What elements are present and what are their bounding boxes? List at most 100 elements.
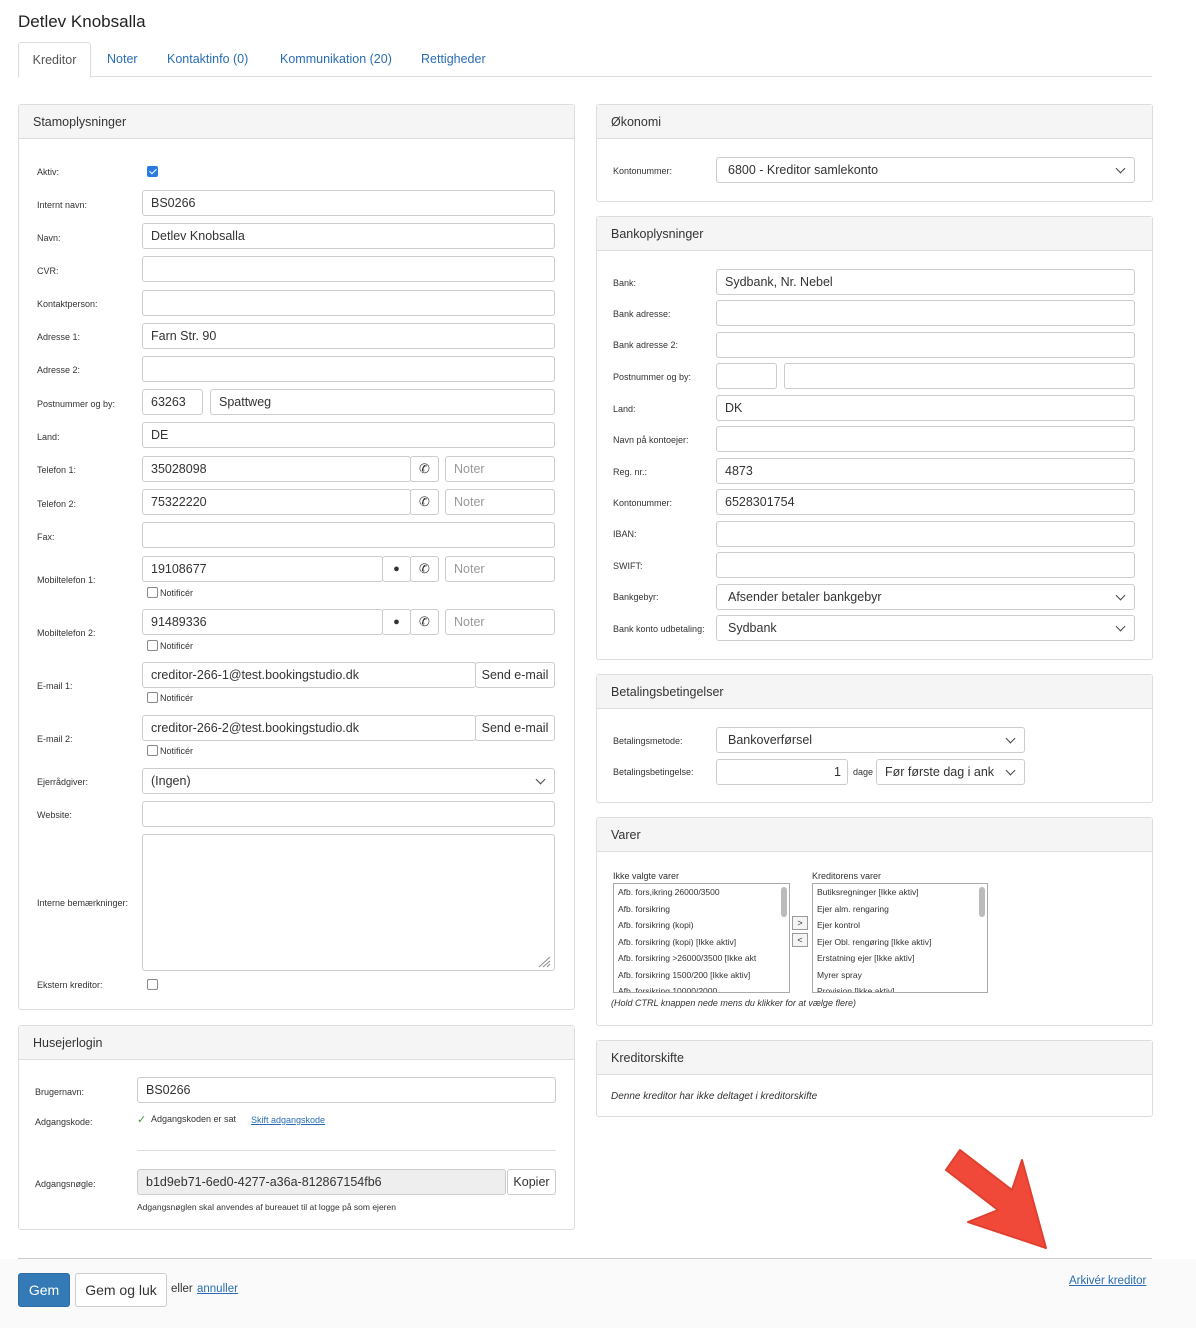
swift-input[interactable] [716,552,1135,578]
email2-notificer-checkbox[interactable] [147,745,158,756]
scrollbar[interactable] [781,887,787,917]
bank-postnr-input[interactable] [716,363,777,389]
brugernavn-input[interactable]: BS0266 [137,1077,556,1103]
kontonr-input[interactable]: 6528301754 [716,489,1135,515]
dage-input[interactable]: 1 [716,759,848,785]
mobil1-noter-input[interactable]: Noter [445,556,555,582]
telefon2-input[interactable]: 75322220 [142,489,411,515]
kreditorskifte-text: Denne kreditor har ikke deltaget i kredi… [611,1091,818,1102]
betalingsbetingelse-select[interactable]: Før første dag i ank [876,759,1025,785]
list-item[interactable]: Erstatning ejer [Ikke aktiv] [817,950,987,967]
ikke-valgte-listbox[interactable]: Afb. fors,ikring 26000/3500 Afb. forsikr… [613,883,790,993]
bank-land-input[interactable]: DK [716,395,1135,421]
postnr-input[interactable]: 63263 [142,389,203,415]
land-input[interactable]: DE [142,422,555,448]
sms-mobil1-button[interactable]: ● [382,556,411,582]
noegle-hint: Adgangsnøglen skal anvendes af bureauet … [137,1202,396,1212]
email1-notificer-checkbox[interactable] [147,692,158,703]
bankgebyr-select[interactable]: Afsender betaler bankgebyr [716,584,1135,610]
list-item[interactable]: Afb. forsikring [618,901,789,918]
list-item[interactable]: Afb. forsikring 10000/2000 [618,983,789,992]
adresse2-input[interactable] [142,356,555,382]
tab-kreditor[interactable]: Kreditor [18,42,91,78]
list-item[interactable]: Afb. forsikring 1500/200 [Ikke aktiv] [618,967,789,984]
mobil2-input[interactable]: 91489336 [142,609,383,635]
phone-icon: ✆ [419,461,430,476]
adresse1-input[interactable]: Farn Str. 90 [142,323,555,349]
list-item[interactable]: Afb. forsikring (kopi) [618,917,789,934]
call-telefon1-button[interactable]: ✆ [410,456,439,482]
list-item[interactable]: Ejer Obl. rengøring [Ikke aktiv] [817,934,987,951]
notificer-label: Notificér [160,588,194,598]
gem-og-luk-button[interactable]: Gem og luk [75,1273,167,1307]
chevron-down-icon [1115,621,1126,632]
call-telefon2-button[interactable]: ✆ [410,489,439,515]
email1-input[interactable]: creditor-266-1@test.bookingstudio.dk [142,662,476,688]
scrollbar[interactable] [979,887,985,917]
list-item[interactable]: Afb. forsikring >26000/3500 [Ikke akt [618,950,789,967]
resize-handle-icon[interactable] [537,956,551,968]
udbetaling-value: Sydbank [728,621,777,635]
annuller-link[interactable]: annuller [197,1283,238,1295]
bemaerkninger-textarea[interactable] [142,834,555,971]
list-item[interactable]: Afb. forsikring (kopi) [Ikke aktiv] [618,934,789,951]
noegle-input[interactable]: b1d9eb71-6ed0-4277-a36a-812867154fb6 [137,1169,506,1195]
ekstern-checkbox[interactable] [147,979,158,990]
tab-kommunikation[interactable]: Kommunikation (20) [280,42,392,77]
arkiver-kreditor-link[interactable]: Arkivér kreditor [1069,1275,1146,1287]
bank-by-input[interactable] [784,363,1135,389]
list-item[interactable]: Ejer alm. rengaring [817,901,987,918]
internt-navn-input[interactable]: BS0266 [142,190,555,216]
list-item[interactable]: Butiksregninger [Ikke aktiv] [817,884,987,901]
skift-adgangskode-link[interactable]: Skift adgangskode [251,1115,325,1125]
regnr-input[interactable]: 4873 [716,458,1135,484]
stamoplysninger-panel: Stamoplysninger Aktiv: Internt navn: BS0… [18,104,575,1010]
kopier-button[interactable]: Kopier [507,1169,556,1195]
by-input[interactable]: Spattweg [210,389,555,415]
aktiv-checkbox[interactable] [147,166,158,177]
call-mobil2-button[interactable]: ✆ [410,609,439,635]
email2-input[interactable]: creditor-266-2@test.bookingstudio.dk [142,715,476,741]
betalingsmetode-select[interactable]: Bankoverførsel [716,727,1025,753]
mobil2-notificer-checkbox[interactable] [147,640,158,651]
move-left-button[interactable]: < [792,933,808,947]
mobil1-input[interactable]: 19108677 [142,556,383,582]
send-email2-button[interactable]: Send e-mail [475,715,555,741]
gem-button[interactable]: Gem [18,1273,70,1307]
bank-input[interactable]: Sydbank, Nr. Nebel [716,269,1135,295]
fax-input[interactable] [142,522,555,548]
kontoejer-input[interactable] [716,426,1135,452]
iban-label: IBAN: [613,529,637,539]
mobil1-notificer-checkbox[interactable] [147,587,158,598]
telefon1-noter-input[interactable]: Noter [445,456,555,482]
iban-input[interactable] [716,521,1135,547]
chevron-down-icon [1005,765,1016,776]
list-item[interactable]: Afb. fors,ikring 26000/3500 [618,884,789,901]
tab-noter[interactable]: Noter [107,42,138,77]
move-right-button[interactable]: > [792,916,808,930]
telefon1-input[interactable]: 35028098 [142,456,411,482]
list-item[interactable]: Provision [Ikke aktiv] [817,983,987,992]
konto-select[interactable]: 6800 - Kreditor samlekonto [716,157,1135,183]
ejerraadgiver-select[interactable]: (Ingen) [142,768,555,794]
cvr-input[interactable] [142,256,555,282]
website-input[interactable] [142,801,555,827]
kontaktperson-input[interactable] [142,290,555,316]
telefon2-noter-input[interactable]: Noter [445,489,555,515]
bank-adresse2-input[interactable] [716,332,1135,358]
list-item[interactable]: Myrer spray [817,967,987,984]
sms-mobil2-button[interactable]: ● [382,609,411,635]
mobil2-noter-input[interactable]: Noter [445,609,555,635]
kontaktperson-label: Kontaktperson: [37,299,98,309]
kreditor-varer-listbox[interactable]: Butiksregninger [Ikke aktiv] Ejer alm. r… [812,883,988,993]
panel-heading: Varer [597,818,1152,852]
list-item[interactable]: Ejer kontrol [817,917,987,934]
udbetaling-select[interactable]: Sydbank [716,615,1135,641]
bankoplysninger-panel: Bankoplysninger Bank: Sydbank, Nr. Nebel… [596,216,1153,660]
send-email1-button[interactable]: Send e-mail [475,662,555,688]
tab-kontaktinfo[interactable]: Kontaktinfo (0) [167,42,248,77]
call-mobil1-button[interactable]: ✆ [410,556,439,582]
tab-rettigheder[interactable]: Rettigheder [421,42,486,77]
bank-adresse-input[interactable] [716,300,1135,326]
navn-input[interactable]: Detlev Knobsalla [142,223,555,249]
